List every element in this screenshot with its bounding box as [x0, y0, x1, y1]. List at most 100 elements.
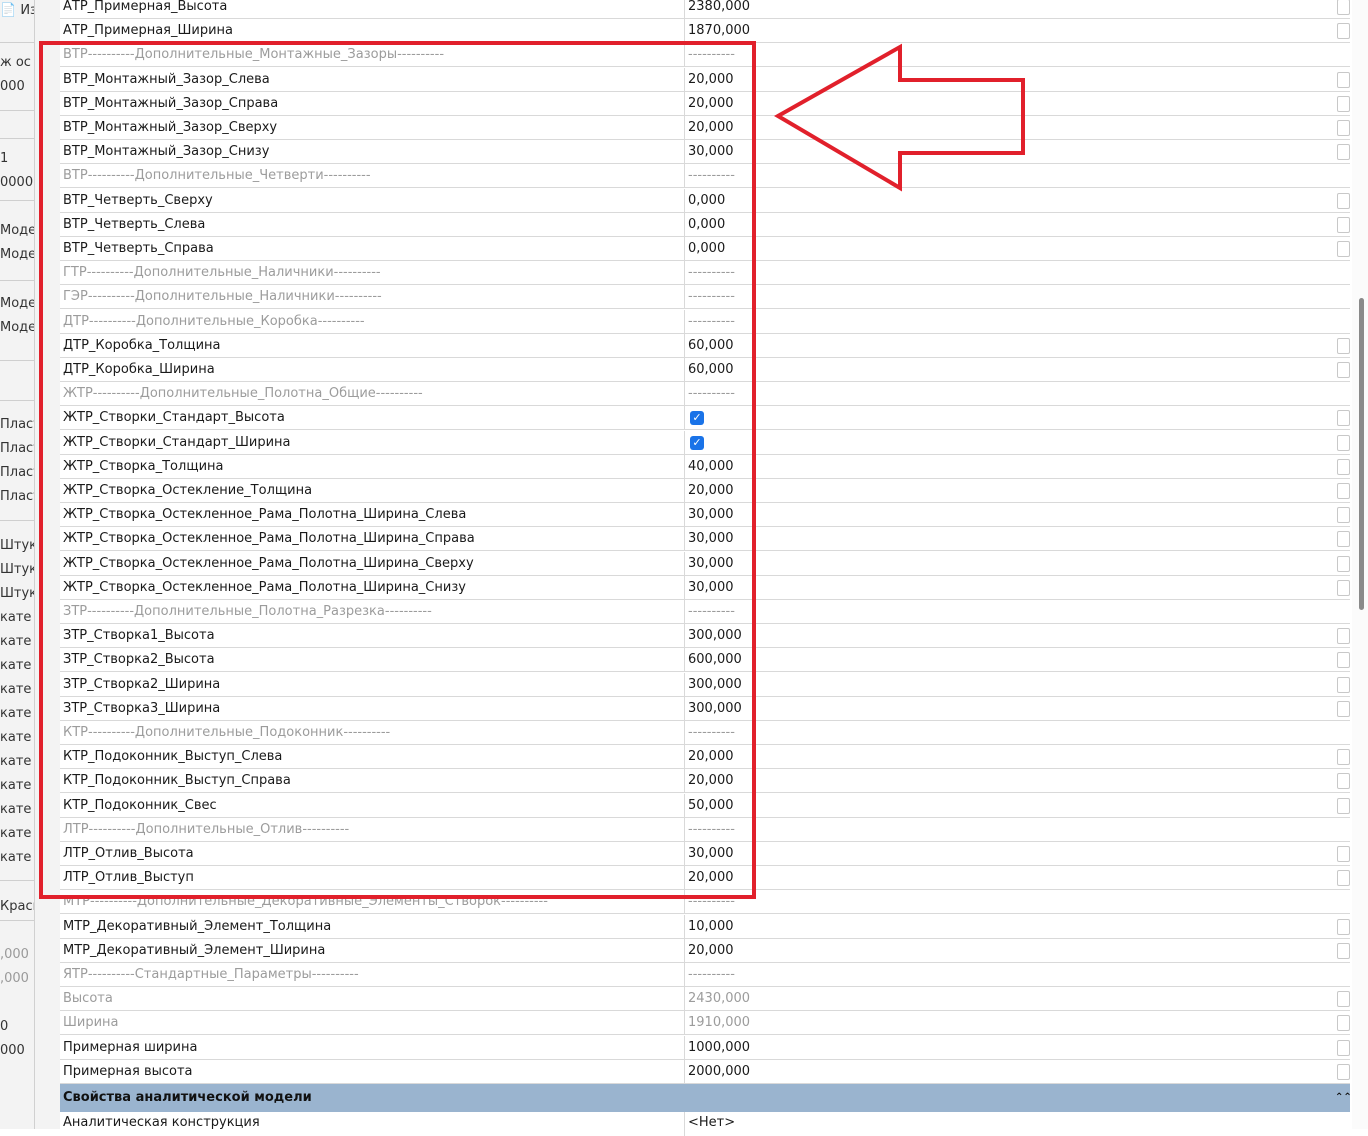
property-group-row[interactable]: ДТР----------Дополнительные_Коробка-----…	[60, 309, 1350, 334]
property-value[interactable]: 600,000	[688, 648, 1328, 671]
property-row[interactable]: КТР_Подоконник_Выступ_Справа 20,000	[60, 769, 1350, 794]
property-value[interactable]: 2430,000	[688, 987, 1328, 1010]
property-row[interactable]: АТР_Примерная_Ширина 1870,000	[60, 19, 1350, 44]
property-value[interactable]: 20,000	[688, 769, 1328, 792]
property-value[interactable]: 20,000	[688, 866, 1328, 889]
property-row[interactable]: КТР_Подоконник_Свес 50,000	[60, 793, 1350, 818]
property-row[interactable]: ЗТР_Створка3_Ширина 300,000	[60, 696, 1350, 721]
property-value[interactable]: 50,000	[688, 794, 1328, 817]
property-row[interactable]: ЖТР_Створка_Остекленное_Рама_Полотна_Шир…	[60, 575, 1350, 600]
property-group-row[interactable]: ЛТР----------Дополнительные_Отлив-------…	[60, 817, 1350, 842]
property-value[interactable]: 1870,000	[688, 19, 1328, 42]
parameter-toggle-box[interactable]	[1337, 410, 1350, 427]
property-row[interactable]: МТР_Декоративный_Элемент_Ширина 20,000	[60, 938, 1350, 963]
property-row[interactable]: ВТР_Четверть_Слева 0,000	[60, 212, 1350, 237]
property-value[interactable]: 0,000	[688, 189, 1328, 212]
property-row[interactable]: ВТР_Монтажный_Зазор_Сверху 20,000	[60, 116, 1350, 140]
parameter-toggle-box[interactable]	[1337, 1063, 1350, 1080]
property-row[interactable]: ВТР_Четверть_Справа 0,000	[60, 237, 1350, 261]
property-group-row[interactable]: ВТР----------Дополнительные_Монтажные_За…	[60, 43, 1350, 68]
property-row[interactable]: ЖТР_Створка_Остекленное_Рама_Полотна_Шир…	[60, 527, 1350, 552]
property-value[interactable]: 300,000	[688, 697, 1328, 720]
property-row[interactable]: ЖТР_Створки_Стандарт_Ширина ✓	[60, 430, 1350, 455]
property-row[interactable]: КТР_Подоконник_Выступ_Слева 20,000	[60, 745, 1350, 770]
property-value[interactable]: 20,000	[688, 68, 1328, 91]
parameter-toggle-box[interactable]	[1337, 71, 1350, 88]
property-group-row[interactable]: МТР----------Дополнительные_Декоративные…	[60, 890, 1350, 915]
parameter-toggle-box[interactable]	[1337, 652, 1350, 669]
parameter-toggle-box[interactable]	[1337, 1039, 1350, 1056]
parameter-toggle-box[interactable]	[1337, 241, 1350, 257]
property-row[interactable]: ЖТР_Створка_Остекленное_Рама_Полотна_Шир…	[60, 503, 1350, 528]
property-value[interactable]: 60,000	[688, 334, 1328, 357]
parameter-toggle-box[interactable]	[1337, 192, 1350, 209]
property-row[interactable]: ВТР_Монтажный_Зазор_Снизу 30,000	[60, 140, 1350, 165]
property-value[interactable]: 20,000	[688, 92, 1328, 115]
property-row[interactable]: ЖТР_Створка_Толщина 40,000	[60, 454, 1350, 479]
parameter-toggle-box[interactable]	[1337, 1015, 1350, 1032]
property-value[interactable]: 40,000	[688, 455, 1328, 478]
property-row[interactable]: ДТР_Коробка_Ширина 60,000	[60, 358, 1350, 382]
property-row[interactable]: АТР_Примерная_Высота 2380,000	[60, 0, 1350, 19]
property-row[interactable]: ЛТР_Отлив_Высота 30,000	[60, 842, 1350, 866]
property-value[interactable]: 1910,000	[688, 1011, 1328, 1034]
property-group-row[interactable]: КТР----------Дополнительные_Подоконник--…	[60, 721, 1350, 745]
property-row[interactable]: ЖТР_Створка_Остекленное_Рама_Полотна_Шир…	[60, 551, 1350, 576]
parameter-toggle-box[interactable]	[1337, 628, 1350, 645]
property-value[interactable]: 0,000	[688, 237, 1328, 260]
collapse-chevron-icon[interactable]: ⌃⌃	[1335, 1084, 1352, 1112]
property-row[interactable]: Примерная высота 2000,000	[60, 1059, 1350, 1084]
parameter-toggle-box[interactable]	[1337, 216, 1350, 233]
property-group-row[interactable]: ЗТР----------Дополнительные_Полотна_Разр…	[60, 600, 1350, 624]
property-group-row[interactable]: ЖТР----------Дополнительные_Полотна_Общи…	[60, 382, 1350, 407]
property-group-row[interactable]: ВТР----------Дополнительные_Четверти----…	[60, 164, 1350, 189]
property-value[interactable]: 30,000	[688, 140, 1328, 163]
property-row[interactable]: ВТР_Монтажный_Зазор_Слева 20,000	[60, 67, 1350, 92]
property-row[interactable]: ЖТР_Створка_Остекление_Толщина 20,000	[60, 479, 1350, 503]
parameter-toggle-box[interactable]	[1337, 23, 1350, 40]
parameter-toggle-box[interactable]	[1337, 846, 1350, 862]
parameter-toggle-box[interactable]	[1337, 434, 1350, 451]
property-value[interactable]: 0,000	[688, 213, 1328, 236]
parameter-toggle-box[interactable]	[1337, 749, 1350, 766]
parameter-toggle-box[interactable]	[1337, 579, 1350, 596]
property-value[interactable]: 10,000	[688, 915, 1328, 938]
parameter-toggle-box[interactable]	[1337, 483, 1350, 499]
parameter-toggle-box[interactable]	[1337, 337, 1350, 354]
parameter-toggle-box[interactable]	[1337, 0, 1350, 15]
property-row[interactable]: ВТР_Четверть_Сверху 0,000	[60, 188, 1350, 213]
property-value[interactable]: 20,000	[688, 479, 1328, 502]
property-group-row[interactable]: ГТР----------Дополнительные_Наличники---…	[60, 261, 1350, 286]
property-value[interactable]: 30,000	[688, 842, 1328, 865]
property-row[interactable]: ЗТР_Створка1_Высота 300,000	[60, 624, 1350, 649]
property-value[interactable]: 2380,000	[688, 0, 1328, 18]
property-row[interactable]: ЖТР_Створки_Стандарт_Высота ✓	[60, 406, 1350, 431]
parameter-toggle-box[interactable]	[1337, 555, 1350, 572]
property-value[interactable]: 30,000	[688, 552, 1328, 575]
parameter-toggle-box[interactable]	[1337, 797, 1350, 814]
checked-checkbox-icon[interactable]: ✓	[690, 435, 704, 450]
property-value[interactable]: 30,000	[688, 503, 1328, 526]
parameter-toggle-box[interactable]	[1337, 700, 1350, 717]
property-row[interactable]: Ширина 1910,000	[60, 1011, 1350, 1036]
parameter-toggle-box[interactable]	[1337, 918, 1350, 935]
property-row[interactable]: Высота 2430,000	[60, 987, 1350, 1012]
property-group-row[interactable]: ЯТР----------Стандартные_Параметры------…	[60, 963, 1350, 987]
property-value[interactable]: ✓	[688, 431, 1328, 454]
property-row[interactable]: Примерная ширина 1000,000	[60, 1035, 1350, 1060]
parameter-toggle-box[interactable]	[1337, 458, 1350, 475]
parameter-toggle-box[interactable]	[1337, 531, 1350, 548]
property-value[interactable]: 20,000	[688, 745, 1328, 768]
property-value[interactable]: 2000,000	[688, 1060, 1328, 1083]
parameter-toggle-box[interactable]	[1337, 991, 1350, 1008]
property-group-row[interactable]: ГЭР----------Дополнительные_Наличники---…	[60, 285, 1350, 310]
scrollbar-thumb[interactable]	[1359, 298, 1364, 610]
parameter-toggle-box[interactable]	[1337, 507, 1350, 524]
property-value[interactable]: 30,000	[688, 527, 1328, 550]
property-value[interactable]: 30,000	[688, 576, 1328, 599]
parameter-toggle-box[interactable]	[1337, 942, 1350, 959]
property-value[interactable]: 300,000	[688, 673, 1328, 696]
property-row[interactable]: МТР_Декоративный_Элемент_Толщина 10,000	[60, 914, 1350, 939]
parameter-toggle-box[interactable]	[1337, 144, 1350, 161]
property-row[interactable]: ЛТР_Отлив_Выступ 20,000	[60, 866, 1350, 891]
